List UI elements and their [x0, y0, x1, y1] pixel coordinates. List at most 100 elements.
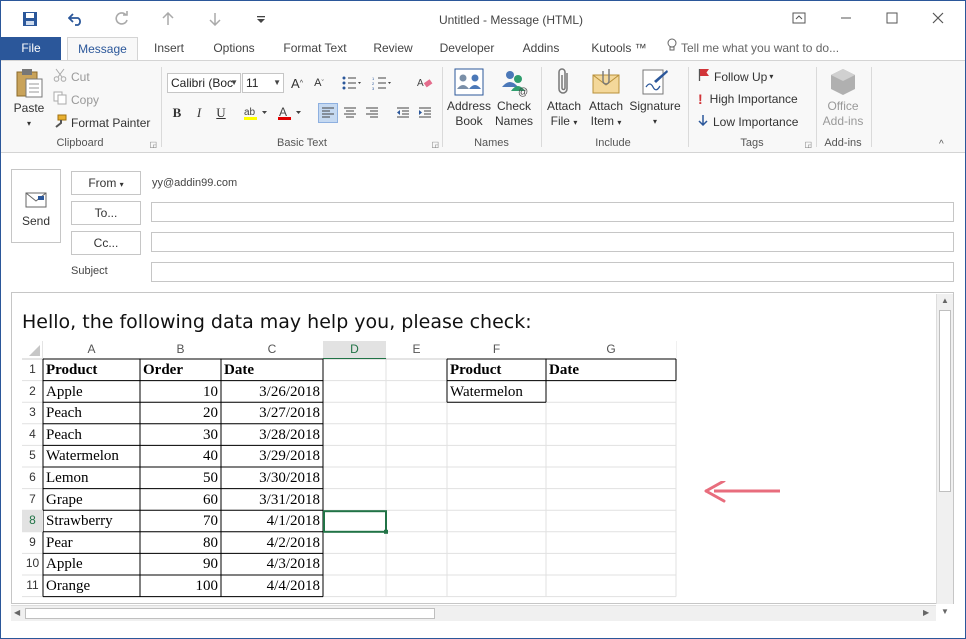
row-header[interactable]: 8 [22, 513, 43, 532]
tab-addins[interactable]: Addins [513, 37, 569, 61]
vertical-scroll-thumb[interactable] [939, 310, 951, 492]
fill-handle[interactable] [384, 529, 388, 534]
attach-file-button[interactable]: Attach File ▾ [543, 67, 585, 130]
check-names-button[interactable]: @ Check Names [492, 67, 536, 129]
selected-cell[interactable] [323, 510, 387, 533]
greeting-text: Hello, the following data may help you, … [22, 311, 532, 333]
from-address: yy@addin99.com [152, 177, 238, 189]
row-header[interactable]: 4 [22, 427, 43, 446]
column-header-f[interactable]: F [447, 341, 546, 358]
paste-button[interactable]: Paste ▾ [9, 67, 49, 131]
row-header[interactable]: 1 [22, 362, 43, 381]
underline-button[interactable]: U [211, 103, 231, 123]
down-arrow-icon[interactable] [204, 9, 226, 29]
copy-button[interactable]: Copy [53, 91, 99, 108]
scroll-up-icon[interactable]: ▲ [941, 296, 949, 305]
office-addins-label-1: Office [827, 99, 859, 113]
bullets-icon[interactable] [339, 73, 365, 93]
column-header-g[interactable]: G [546, 341, 676, 358]
clipboard-launcher-icon[interactable]: ◲ [149, 140, 157, 149]
horizontal-scrollbar[interactable]: ◀ ▶ [11, 605, 936, 621]
cc-button[interactable]: Cc... [71, 231, 141, 255]
basic-text-launcher-icon[interactable]: ◲ [431, 140, 439, 149]
highlight-color-icon[interactable]: ab [241, 103, 271, 123]
scroll-left-icon[interactable]: ◀ [14, 608, 20, 617]
row-header[interactable]: 11 [22, 578, 43, 597]
tags-group-label: Tags [740, 137, 764, 149]
increase-indent-icon[interactable] [415, 103, 435, 123]
svg-text:ab: ab [244, 107, 256, 118]
format-painter-button[interactable]: Format Painter [53, 114, 150, 131]
attach-item-button[interactable]: Attach Item ▾ [585, 67, 627, 130]
clear-formatting-icon[interactable]: A [415, 73, 435, 93]
subject-field[interactable] [151, 262, 954, 282]
collapse-ribbon-icon[interactable]: ^ [939, 139, 944, 150]
minimize-icon[interactable] [831, 7, 861, 29]
send-button[interactable]: Send [11, 169, 61, 243]
scroll-down-icon[interactable]: ▼ [941, 607, 949, 616]
maximize-icon[interactable] [877, 7, 907, 29]
group-separator [541, 67, 542, 147]
from-button[interactable]: From ▾ [71, 171, 141, 195]
attach-file-label-2: File [550, 114, 570, 128]
tab-developer[interactable]: Developer [432, 37, 502, 61]
up-arrow-icon[interactable] [157, 9, 179, 29]
row-header[interactable]: 5 [22, 448, 43, 467]
vertical-scrollbar[interactable]: ▲ ▼ [936, 294, 953, 616]
high-importance-button[interactable]: ! High Importance [698, 91, 798, 107]
row-header[interactable]: 3 [22, 405, 43, 424]
row-header[interactable]: 7 [22, 492, 43, 511]
address-book-button[interactable]: Address Book [446, 67, 492, 129]
paste-dropdown-icon: ▾ [26, 119, 31, 128]
align-right-icon[interactable] [362, 103, 382, 123]
column-header-d[interactable]: D [323, 341, 386, 358]
tell-me-box[interactable]: Tell me what you want to do... [667, 37, 857, 61]
undo-icon[interactable] [65, 9, 87, 29]
cc-field[interactable] [151, 232, 954, 252]
cut-button[interactable]: Cut [53, 68, 90, 85]
to-field[interactable] [151, 202, 954, 222]
tab-options[interactable]: Options [204, 37, 264, 61]
order-cell: 20 [203, 405, 218, 422]
row-header[interactable]: 10 [22, 556, 43, 575]
grow-font-icon[interactable]: A ^ [287, 73, 307, 93]
chevron-down-icon: ▼ [230, 78, 238, 87]
column-header-c[interactable]: C [221, 341, 323, 358]
font-color-icon[interactable]: A [275, 103, 305, 123]
tab-message[interactable]: Message [67, 37, 138, 61]
column-header-e[interactable]: E [386, 341, 447, 358]
signature-button[interactable]: Signature ▾ [627, 67, 683, 129]
low-importance-button[interactable]: Low Importance [698, 114, 798, 129]
tab-file[interactable]: File [1, 37, 61, 61]
row-header[interactable]: 6 [22, 470, 43, 489]
italic-button[interactable]: I [189, 103, 209, 123]
decrease-indent-icon[interactable] [393, 103, 413, 123]
row-header[interactable]: 9 [22, 535, 43, 554]
save-icon[interactable] [19, 9, 41, 29]
ribbon-display-icon[interactable] [784, 7, 814, 29]
font-name-combo[interactable]: Calibri (Boc ▼ [167, 73, 241, 93]
horizontal-scroll-thumb[interactable] [25, 608, 435, 619]
row-header[interactable]: 2 [22, 384, 43, 403]
redo-icon[interactable] [111, 9, 133, 29]
customize-icon[interactable] [250, 9, 272, 29]
tab-format-text[interactable]: Format Text [277, 37, 353, 61]
column-header-a[interactable]: A [43, 341, 140, 358]
close-icon[interactable] [923, 7, 953, 29]
to-button[interactable]: To... [71, 201, 141, 225]
scroll-right-icon[interactable]: ▶ [923, 608, 929, 617]
office-addins-button[interactable]: Office Add-ins [818, 67, 868, 129]
tab-insert[interactable]: Insert [144, 37, 194, 61]
numbering-icon[interactable]: 123 [369, 73, 395, 93]
align-left-icon[interactable] [318, 103, 338, 123]
font-size-combo[interactable]: 11 ▼ [242, 73, 284, 93]
column-header-b[interactable]: B [140, 341, 221, 358]
tab-review[interactable]: Review [365, 37, 421, 61]
follow-up-button[interactable]: Follow Up ▾ [698, 68, 773, 85]
format-painter-label: Format Painter [71, 115, 151, 130]
tab-kutools[interactable]: Kutools ™ [581, 37, 657, 61]
bold-button[interactable]: B [167, 103, 187, 123]
tags-launcher-icon[interactable]: ◲ [804, 140, 812, 149]
align-center-icon[interactable] [340, 103, 360, 123]
shrink-font-icon[interactable]: Aˇ [309, 73, 329, 93]
